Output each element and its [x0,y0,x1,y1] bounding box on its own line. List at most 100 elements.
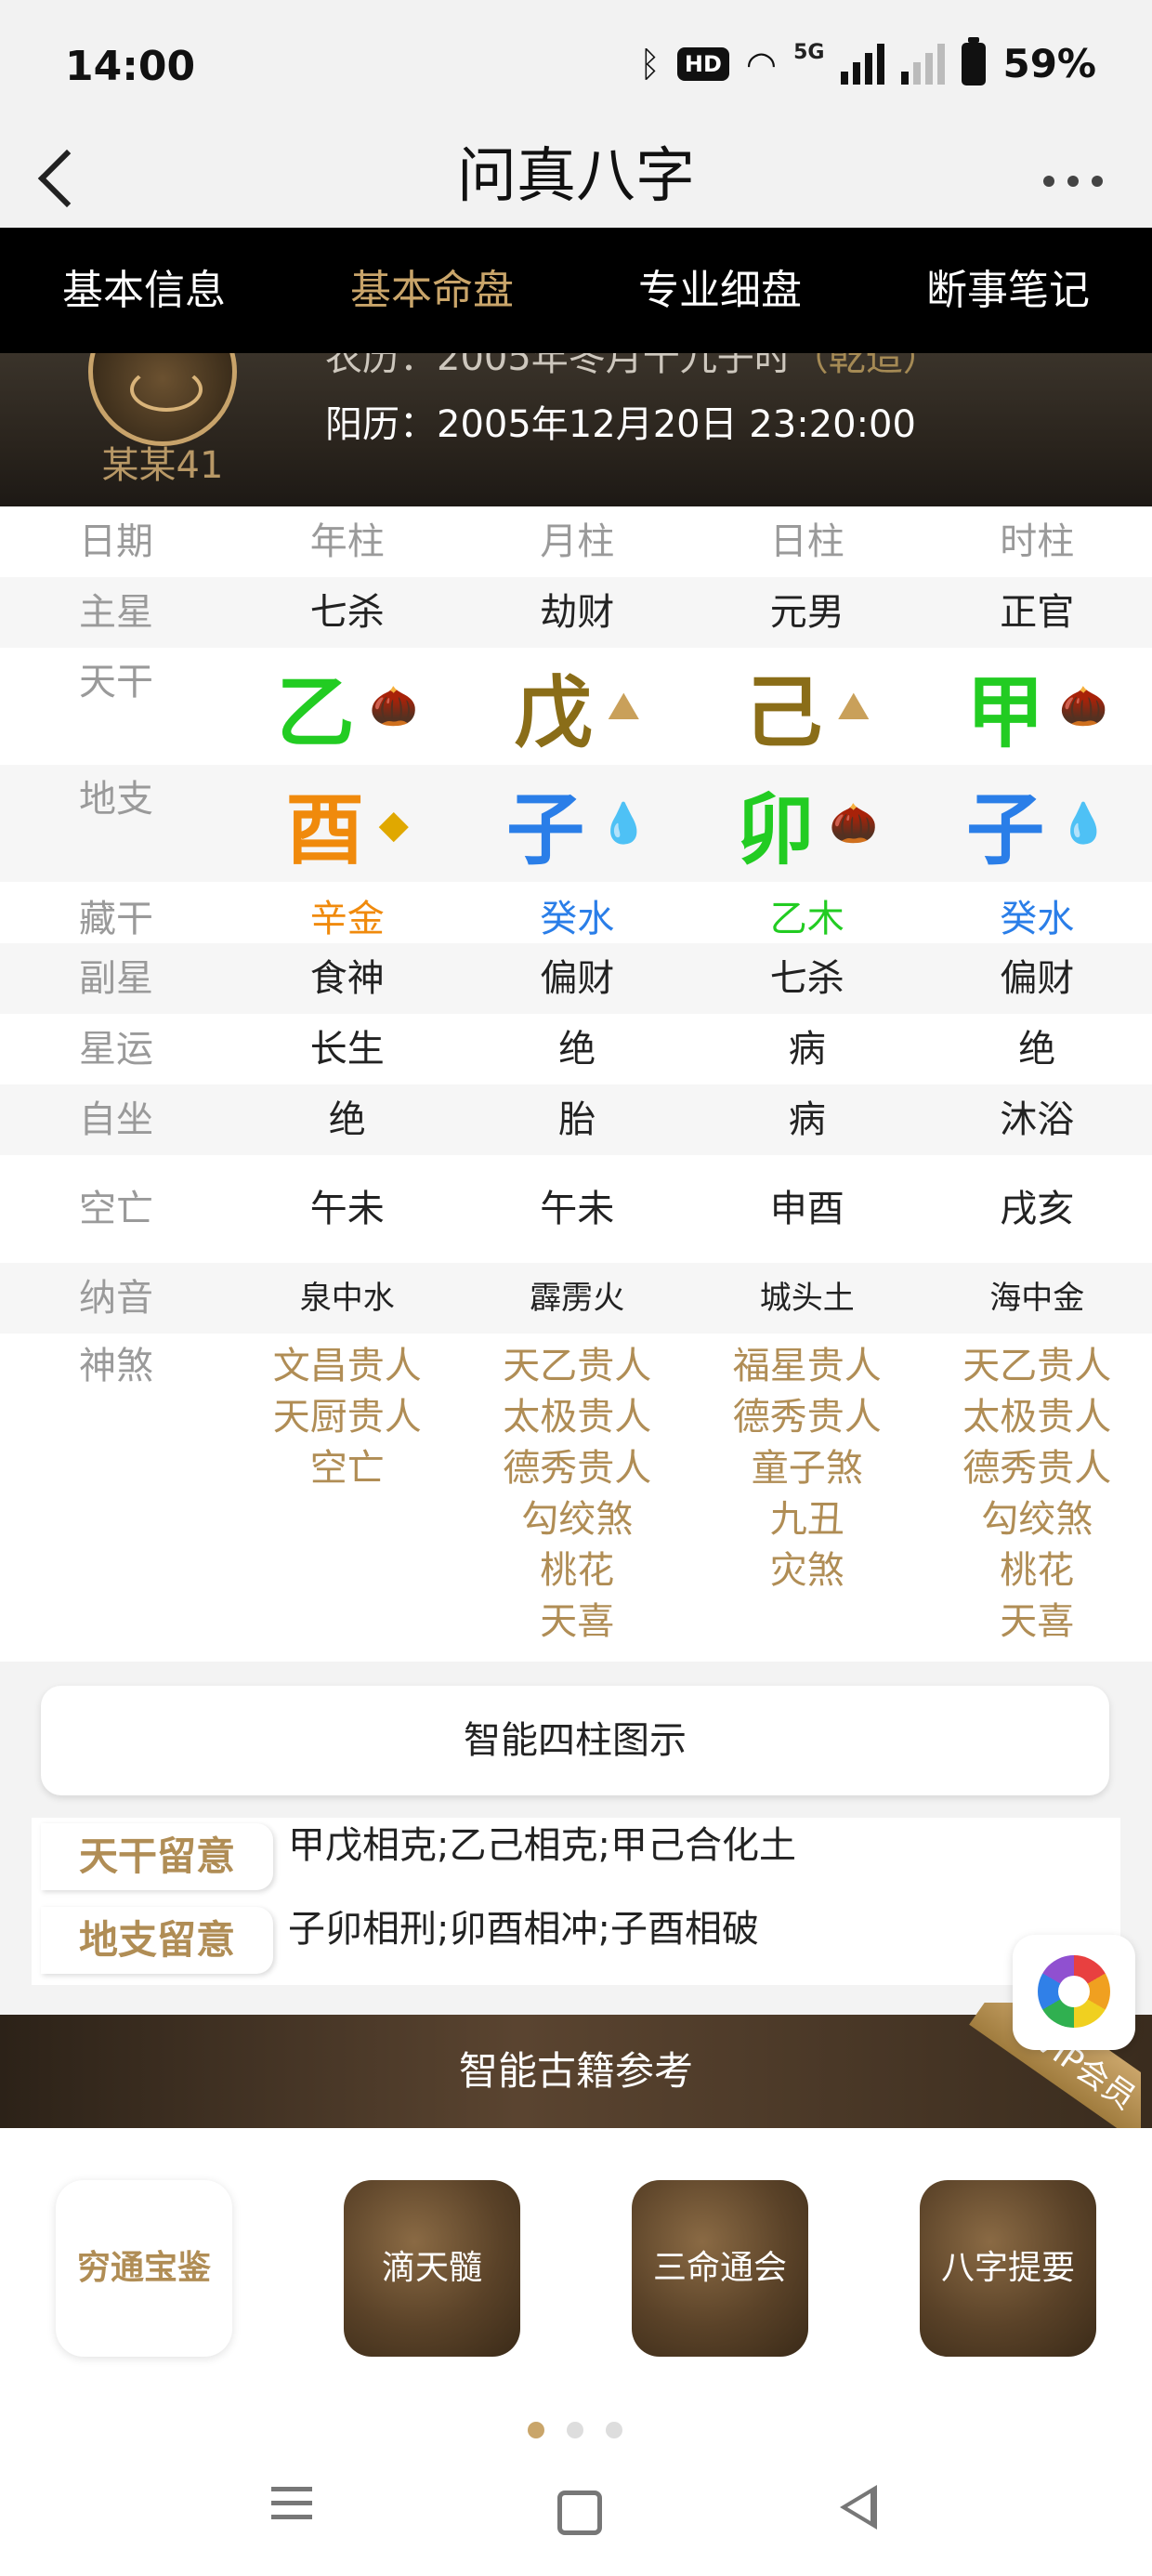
shensha-item[interactable]: 桃花 [540,1545,614,1597]
stem-cell[interactable]: 戊 ⛰ [515,648,640,765]
row-label: 地支 [79,778,153,821]
branch-char: 卯 [736,783,815,875]
home-icon[interactable] [539,2477,613,2543]
sub-star-cell[interactable]: 偏财 [923,943,1152,1014]
signal-icon [841,43,885,85]
chart-header-row: 日期 年柱 月柱 日柱 时柱 [0,506,1152,577]
shensha-list: 天乙贵人 太极贵人 德秀贵人 勾绞煞 桃花 天喜 [463,1341,693,1648]
page-dot [606,2422,622,2438]
shensha-item[interactable]: 九丑 [770,1494,844,1545]
row-label: 纳音 [79,1277,153,1320]
stem-note-tag: 天干留意 [41,1823,273,1890]
row-label: 藏干 [79,898,153,940]
void-cell: 戌亥 [1000,1188,1075,1230]
more-button[interactable] [1031,167,1115,195]
branch-char: 酉 [285,783,364,875]
star-fortune-cell: 绝 [558,1028,596,1071]
stem-char: 己 [744,666,823,758]
tab-basic-info[interactable]: 基本信息 [0,228,288,353]
sub-star-cell[interactable]: 食神 [232,943,463,1014]
shensha-item[interactable]: 太极贵人 [503,1392,651,1443]
shensha-item[interactable]: 德秀贵人 [733,1392,882,1443]
row-label: 天干 [79,661,153,703]
books-row: 穷通宝鉴 滴天髓 三命通会 八字提要 [0,2128,1152,2425]
shensha-item[interactable]: 天乙贵人 [503,1341,651,1392]
shensha-item[interactable]: 太极贵人 [962,1392,1111,1443]
branch-cell[interactable]: 酉 ◆ [286,765,409,882]
shensha-item[interactable]: 福星贵人 [733,1341,882,1392]
nayin-row: 纳音 泉中水 霹雳火 城头土 海中金 [0,1263,1152,1334]
branch-cell[interactable]: 卯 🌰 [737,765,878,882]
status-bar: 14:00 ᛒ HD ◠ 5G 59% [0,0,1152,130]
self-seat-cell: 绝 [328,1098,366,1141]
column-label-date: 日期 [79,520,153,563]
floating-camera-button[interactable] [1013,1935,1135,2050]
shensha-item[interactable]: 天乙贵人 [962,1341,1111,1392]
main-star-cell[interactable]: 元男 [692,577,923,648]
branch-note-text: 子卯相刑;卯酉相冲;子酉相破 [288,1908,759,1951]
tab-detailed-chart[interactable]: 专业细盘 [576,228,864,353]
hidden-stem-cell[interactable]: 癸水 [923,882,1152,943]
shensha-item[interactable]: 童子煞 [752,1443,863,1494]
more-dots-icon [1043,176,1054,187]
branch-cell[interactable]: 子 💧 [506,765,648,882]
tab-notes[interactable]: 断事笔记 [864,228,1152,353]
nayin-cell: 泉中水 [299,1280,395,1317]
shensha-item[interactable]: 桃花 [1000,1545,1074,1597]
main-star-cell[interactable]: 劫财 [463,577,693,648]
shensha-item[interactable]: 德秀贵人 [962,1443,1111,1494]
book-item[interactable]: 三命通会 [632,2180,808,2357]
nayin-cell: 霹雳火 [530,1280,625,1317]
book-item[interactable]: 穷通宝鉴 [56,2180,232,2357]
branch-note-tag: 地支留意 [41,1907,273,1974]
hidden-stem-cell[interactable]: 癸水 [463,882,693,943]
star-fortune-cell: 长生 [309,1028,385,1071]
stem-note-text: 甲戊相克;乙己相克;甲己合化土 [288,1824,796,1867]
bazi-chart: 日期 年柱 月柱 日柱 时柱 主星 七杀 劫财 元男 正官 天干 乙 🌰 戊 ⛰ 己… [0,506,1152,1657]
row-label: 主星 [79,591,153,634]
branch-note-row: 地支留意 子卯相刑;卯酉相冲;子酉相破 [32,1901,1120,1976]
menu-icon[interactable] [255,2477,329,2543]
wood-icon: 🌰 [829,800,878,846]
tab-basic-chart[interactable]: 基本命盘 [288,228,576,353]
page-indicator [528,2422,622,2438]
shensha-item[interactable]: 勾绞煞 [981,1494,1093,1545]
stem-cell[interactable]: 己 ⛰ [744,648,870,765]
camera-aperture-icon [1038,1955,1110,2028]
sub-star-cell[interactable]: 偏财 [463,943,693,1014]
main-star-cell[interactable]: 七杀 [232,577,463,648]
void-cell: 午未 [540,1188,615,1230]
sub-star-cell[interactable]: 七杀 [692,943,923,1014]
shensha-item[interactable]: 勾绞煞 [521,1494,633,1545]
avatar[interactable] [88,353,237,446]
row-label: 自坐 [79,1098,153,1141]
book-item[interactable]: 八字提要 [920,2180,1096,2357]
solar-date: 阳历：2005年12月20日 23:20:00 [325,403,916,446]
shensha-item[interactable]: 天喜 [1000,1597,1074,1648]
shensha-item[interactable]: 天喜 [540,1597,614,1648]
branch-cell[interactable]: 子 💧 [966,765,1107,882]
stem-cell[interactable]: 甲 🌰 [966,648,1107,765]
hidden-stem-cell[interactable]: 辛金 [232,882,463,943]
shensha-item[interactable]: 空亡 [310,1443,385,1494]
shensha-item[interactable]: 德秀贵人 [503,1443,651,1494]
column-label-day: 日柱 [769,520,844,563]
star-fortune-row: 星运 长生 绝 病 绝 [0,1014,1152,1084]
stem-char: 甲 [966,666,1045,758]
app-header: 问真八字 [0,130,1152,228]
back-icon[interactable] [823,2477,897,2543]
earth-icon: ⛰ [837,683,871,729]
shensha-item[interactable]: 灾煞 [770,1545,844,1597]
void-row: 空亡 午未 午未 申酉 戌亥 [0,1155,1152,1263]
earth-icon: ⛰ [607,683,640,729]
hidden-stem-cell[interactable]: 乙木 [692,882,923,943]
stem-cell[interactable]: 乙 🌰 [277,648,418,765]
shensha-item[interactable]: 文昌贵人 [273,1341,422,1392]
shensha-list: 天乙贵人 太极贵人 德秀贵人 勾绞煞 桃花 天喜 [923,1341,1152,1648]
page-title: 问真八字 [457,142,695,211]
smart-pillar-diagram-button[interactable]: 智能四柱图示 [41,1686,1109,1795]
shensha-list: 福星贵人 德秀贵人 童子煞 九丑 灾煞 [692,1341,923,1597]
shensha-item[interactable]: 天厨贵人 [273,1392,422,1443]
main-star-cell[interactable]: 正官 [923,577,1152,648]
book-item[interactable]: 滴天髓 [344,2180,520,2357]
